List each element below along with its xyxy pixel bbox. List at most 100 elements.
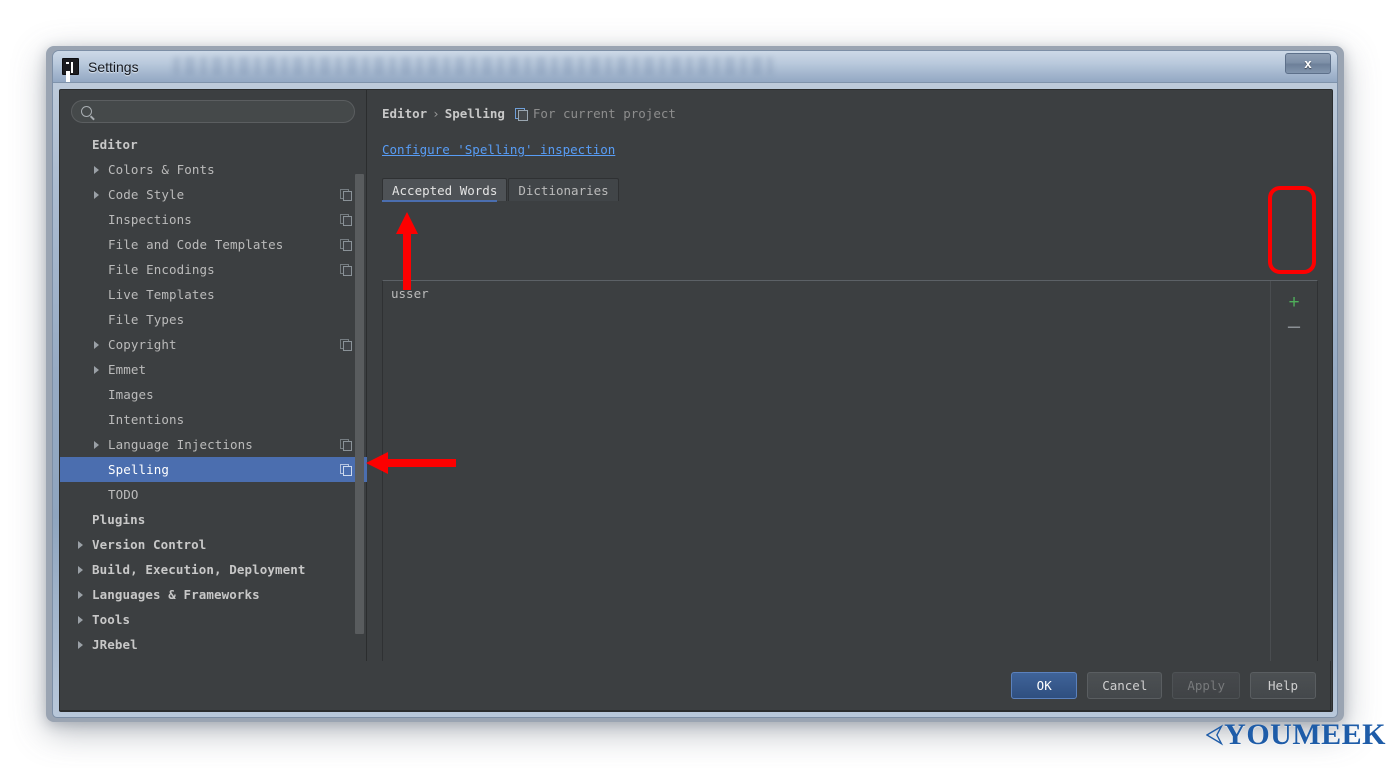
dialog-body: Editor Colors & Fonts Code Style Inspection…	[59, 89, 1333, 712]
sidebar-scrollbar[interactable]	[355, 94, 364, 705]
sidebar-item-todo[interactable]: TODO	[60, 482, 367, 507]
project-scope-icon	[340, 214, 352, 226]
sidebar-item-label: TODO	[108, 487, 139, 502]
sidebar-item-colors-fonts[interactable]: Colors & Fonts	[60, 157, 367, 182]
sidebar-item-file-encodings[interactable]: File Encodings	[60, 257, 367, 282]
sidebar-scrollbar-thumb[interactable]	[355, 174, 364, 634]
settings-tree: Editor Colors & Fonts Code Style Inspection…	[60, 130, 367, 711]
help-button[interactable]: Help	[1250, 672, 1316, 699]
sidebar-item-live-templates[interactable]: Live Templates	[60, 282, 367, 307]
breadcrumb: Editor › Spelling For current project	[382, 104, 1318, 122]
sidebar-item-file-types[interactable]: File Types	[60, 307, 367, 332]
arrow-to-accepted-word	[396, 212, 418, 290]
accepted-words-list[interactable]: usser + –	[382, 280, 1318, 697]
apply-button: Apply	[1172, 672, 1240, 699]
sidebar-item-label: Language Injections	[108, 437, 253, 452]
watermark: YOUMEEK	[1206, 712, 1386, 758]
sidebar-item-language-injections[interactable]: Language Injections	[60, 432, 367, 457]
configure-spelling-inspection-link[interactable]: Configure 'Spelling' inspection	[382, 142, 615, 157]
close-icon[interactable]: x	[1285, 53, 1331, 74]
ok-button[interactable]: OK	[1011, 672, 1078, 699]
sidebar-item-editor[interactable]: Editor	[60, 132, 367, 157]
sidebar-item-jrebel[interactable]: JRebel	[60, 632, 367, 657]
search-input[interactable]	[99, 105, 354, 118]
sidebar-item-emmet[interactable]: Emmet	[60, 357, 367, 382]
chevron-right-icon[interactable]	[94, 365, 99, 374]
list-item[interactable]: usser	[383, 281, 1317, 301]
watermark-text: YOUMEEK	[1224, 718, 1386, 751]
sidebar-item-label: Languages & Frameworks	[92, 587, 260, 602]
sidebar-item-build-execution-deployment[interactable]: Build, Execution, Deployment	[60, 557, 367, 582]
sidebar-item-label: File and Code Templates	[108, 237, 284, 252]
list-button-column: + –	[1271, 281, 1317, 696]
sidebar-item-label: Inspections	[108, 212, 192, 227]
chevron-right-icon[interactable]	[78, 590, 83, 599]
youmeek-logo-icon	[1206, 724, 1224, 746]
title-bar: Settings x	[53, 51, 1337, 83]
sidebar-item-images[interactable]: Images	[60, 382, 367, 407]
chevron-right-icon[interactable]	[94, 165, 99, 174]
project-scope-icon	[340, 264, 352, 276]
sidebar-item-label: Tools	[92, 612, 131, 627]
tab-bar: Accepted Words Dictionaries	[382, 177, 1318, 202]
sidebar-item-file-and-code-templates[interactable]: File and Code Templates	[60, 232, 367, 257]
highlight-rect-add-remove	[1268, 186, 1316, 274]
search-field[interactable]	[71, 100, 355, 123]
chevron-right-icon[interactable]	[94, 440, 99, 449]
settings-sidebar: Editor Colors & Fonts Code Style Inspection…	[60, 90, 367, 711]
sidebar-item-plugins[interactable]: Plugins	[60, 507, 367, 532]
chevron-right-icon[interactable]	[94, 190, 99, 199]
cancel-button[interactable]: Cancel	[1087, 672, 1163, 699]
sidebar-item-label: Code Style	[108, 187, 185, 202]
screen: Settings x Editor Colors & Fonts Code Styl…	[0, 0, 1387, 768]
title-bar-blurred-text	[173, 57, 773, 75]
sidebar-item-label: Images	[108, 387, 154, 402]
chevron-right-icon[interactable]	[78, 565, 83, 574]
tab-accepted-words[interactable]: Accepted Words	[382, 178, 508, 201]
chevron-right-icon[interactable]	[78, 540, 83, 549]
settings-main-panel: Editor › Spelling For current project Co…	[368, 90, 1332, 711]
sidebar-item-spelling[interactable]: Spelling	[60, 457, 367, 482]
project-scope-icon	[340, 239, 352, 251]
sidebar-item-intentions[interactable]: Intentions	[60, 407, 367, 432]
sidebar-item-label: Emmet	[108, 362, 147, 377]
tab-dictionaries[interactable]: Dictionaries	[508, 178, 619, 201]
sidebar-item-label: Copyright	[108, 337, 177, 352]
sidebar-item-label: File Encodings	[108, 262, 215, 277]
sidebar-item-inspections[interactable]: Inspections	[60, 207, 367, 232]
sidebar-item-copyright[interactable]: Copyright	[60, 332, 367, 357]
project-scope-icon	[340, 339, 352, 351]
sidebar-item-languages-frameworks[interactable]: Languages & Frameworks	[60, 582, 367, 607]
chevron-right-icon[interactable]	[78, 640, 83, 649]
dialog-footer: OK Cancel Apply Help	[59, 661, 1331, 711]
sidebar-item-tools[interactable]: Tools	[60, 607, 367, 632]
remove-word-button[interactable]: –	[1280, 314, 1308, 338]
sidebar-item-label: Intentions	[108, 412, 185, 427]
sidebar-item-label: Editor	[92, 137, 138, 152]
chevron-right-icon[interactable]	[94, 340, 99, 349]
add-word-button[interactable]: +	[1280, 290, 1308, 314]
project-scope-icon	[340, 189, 352, 201]
breadcrumb-current: Spelling	[444, 105, 505, 121]
window-title: Settings	[88, 58, 139, 75]
sidebar-item-label: JRebel	[92, 637, 138, 652]
chevron-right-icon[interactable]	[78, 615, 83, 624]
project-scope-icon	[340, 464, 352, 476]
breadcrumb-root[interactable]: Editor	[382, 106, 427, 121]
sidebar-item-code-style[interactable]: Code Style	[60, 182, 367, 207]
sidebar-item-label: Colors & Fonts	[108, 162, 215, 177]
arrow-to-spelling-item	[366, 452, 456, 474]
tab-active-underline	[382, 200, 497, 202]
sidebar-item-version-control[interactable]: Version Control	[60, 532, 367, 557]
project-scope-icon	[514, 107, 528, 121]
